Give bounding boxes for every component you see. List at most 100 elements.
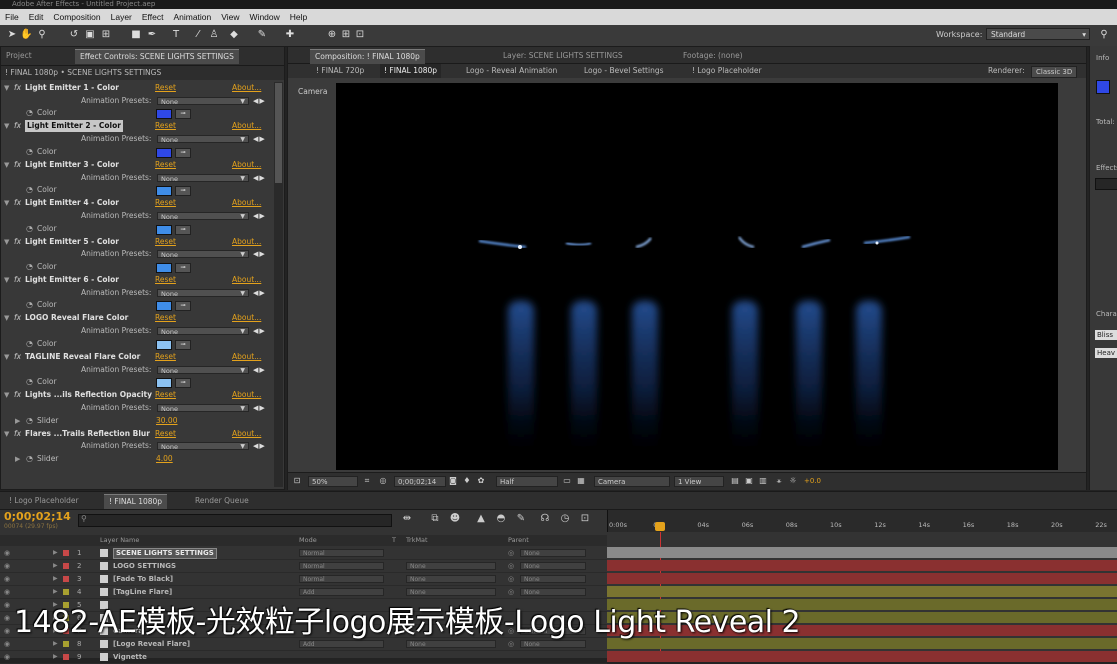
animation-presets-select[interactable]: None ▼ [157,250,249,259]
current-time-field[interactable]: 0;00;02;14 [394,476,446,487]
menu-file[interactable]: File [0,12,24,22]
mask-visibility-icon[interactable]: ◎ [378,476,388,486]
pan-behind-tool-icon[interactable]: ⊞ [100,28,112,41]
animation-presets-select[interactable]: None ▼ [157,327,249,336]
menu-view[interactable]: View [216,12,244,22]
current-time-indicator[interactable] [655,522,665,531]
label-color-swatch[interactable] [63,563,69,569]
effect-name[interactable]: Light Emitter 6 - Color [25,274,119,286]
view-axis-icon[interactable]: ⊡ [354,28,366,41]
expand-triangle-icon[interactable]: ▶ [53,560,58,572]
effect-reset-link[interactable]: Reset [155,389,176,401]
stopwatch-icon[interactable]: ◔ [26,261,33,273]
effect-name[interactable]: Light Emitter 1 - Color [25,82,119,94]
layer-duration-bar[interactable] [607,547,1117,558]
effect-name[interactable]: Flares ...Trails Reflection Blur [25,428,150,440]
fx-toggle-icon[interactable]: fx [14,197,21,209]
fx-toggle-icon[interactable]: fx [14,82,21,94]
effect-name[interactable]: Light Emitter 2 - Color [25,120,123,133]
menu-effect[interactable]: Effect [137,12,169,22]
label-color-swatch[interactable] [63,589,69,595]
fx-toggle-icon[interactable]: fx [14,389,21,401]
effect-about-link[interactable]: About... [232,82,261,94]
preset-nav-arrows-icon[interactable]: ◀▶ [253,172,266,184]
effect-about-link[interactable]: About... [232,159,261,171]
parent-select[interactable]: None [520,575,586,583]
track-matte-select[interactable]: None [406,562,496,570]
brush-tool-icon[interactable]: ⁄ [192,28,204,41]
fx-toggle-icon[interactable]: fx [14,159,21,171]
layer-name[interactable]: LOGO SETTINGS [113,560,176,572]
animation-presets-select[interactable]: None ▼ [157,403,249,413]
selection-tool-icon[interactable]: ➤ [6,28,18,41]
world-axis-icon[interactable]: ⊞ [340,28,352,41]
blend-mode-select[interactable]: Add [299,640,384,648]
col-parent[interactable]: Parent [508,535,529,546]
expand-triangle-icon[interactable]: ▼ [4,82,9,94]
nav-logo-placeholder[interactable]: ! Logo Placeholder [692,64,762,78]
label-color-swatch[interactable] [63,654,69,660]
preset-nav-arrows-icon[interactable]: ◀▶ [253,440,266,452]
expand-triangle-icon[interactable]: ▼ [4,351,9,363]
nav-final-1080p[interactable]: ! FINAL 1080p [380,64,442,78]
stopwatch-icon[interactable]: ◔ [26,453,33,465]
menu-edit[interactable]: Edit [24,12,49,22]
layer-name[interactable]: [Fade To Black] [113,573,173,585]
effect-name[interactable]: LOGO Reveal Flare Color [25,312,128,324]
tab-effects-presets[interactable]: Effects [1096,164,1117,172]
effect-reset-link[interactable]: Reset [155,197,176,209]
label-color-swatch[interactable] [63,576,69,582]
eraser-tool-icon[interactable]: ◆ [228,28,240,41]
stopwatch-icon[interactable]: ◔ [26,107,33,119]
visibility-eye-icon[interactable]: ◉ [4,651,10,663]
rectangle-tool-icon[interactable]: ■ [130,28,142,41]
transparency-grid-icon[interactable]: ▦ [576,476,586,486]
parent-select[interactable]: None [520,549,586,557]
effect-name[interactable]: TAGLINE Reveal Flare Color [25,351,140,363]
preset-nav-arrows-icon[interactable]: ◀▶ [253,364,266,376]
layer-duration-bar[interactable] [607,586,1117,597]
view-layout-select[interactable]: 1 View [674,476,724,487]
animation-presets-select[interactable]: None ▼ [157,288,249,298]
color-swatch[interactable] [156,378,172,389]
visibility-eye-icon[interactable]: ◉ [4,599,10,611]
effect-reset-link[interactable]: Reset [155,351,176,363]
stopwatch-icon[interactable]: ◔ [26,415,33,427]
camera-view-select[interactable]: Camera [594,476,670,487]
expand-triangle-icon[interactable]: ▼ [4,389,9,401]
preset-nav-arrows-icon[interactable]: ◀▶ [253,210,266,222]
grid-icon[interactable]: ⌗ [362,476,372,486]
eyedropper-icon[interactable]: ⊸ [175,263,191,273]
always-preview-icon[interactable]: ⊡ [292,476,302,486]
slider-value[interactable]: 30.00 [156,415,177,427]
effect-about-link[interactable]: About... [232,312,261,324]
frame-blending-icon[interactable]: ▲ [474,512,488,526]
font-family-field[interactable]: Bliss [1095,330,1117,340]
reset-exposure-icon[interactable]: ☼ [788,476,798,486]
col-layer-name[interactable]: Layer Name [100,535,139,546]
effect-reset-link[interactable]: Reset [155,236,176,248]
graph-editor-icon[interactable]: ☊ [538,512,552,526]
show-snapshot-icon[interactable]: ♦ [462,476,472,486]
preset-nav-arrows-icon[interactable]: ◀▶ [253,287,266,299]
layer-name[interactable]: SCENE LIGHTS SETTINGS [113,548,217,559]
layer-row[interactable]: ◉ ▶ 9 Vignette [0,651,607,664]
workspace-select[interactable]: Standard ▾ [986,28,1090,40]
visibility-eye-icon[interactable]: ◉ [4,638,10,650]
brainstorm-icon[interactable]: ✎ [514,512,528,526]
animation-presets-select[interactable]: None ▼ [157,135,249,144]
hand-tool-icon[interactable]: ✋ [20,28,32,41]
shy-layers-icon[interactable]: ☻ [448,512,462,526]
flowchart-icon[interactable]: ⚹ [774,476,784,486]
color-swatch[interactable] [156,109,172,120]
expand-triangle-icon[interactable]: ▼ [4,159,9,171]
layer-search-input[interactable]: ⚲ [78,514,392,527]
effect-header[interactable]: ▼ fx Lights ...ils Reflection Opacity Reset… [1,389,273,401]
effect-name[interactable]: Lights ...ils Reflection Opacity [25,389,152,401]
blend-mode-select[interactable]: Add [299,588,384,596]
menu-animation[interactable]: Animation [168,12,216,22]
animation-presets-select[interactable]: None ▼ [157,96,249,106]
effect-header[interactable]: ▼ fx LOGO Reveal Flare Color Reset About... [1,312,273,324]
effect-reset-link[interactable]: Reset [155,82,176,94]
tab-character[interactable]: Chara [1096,310,1117,318]
